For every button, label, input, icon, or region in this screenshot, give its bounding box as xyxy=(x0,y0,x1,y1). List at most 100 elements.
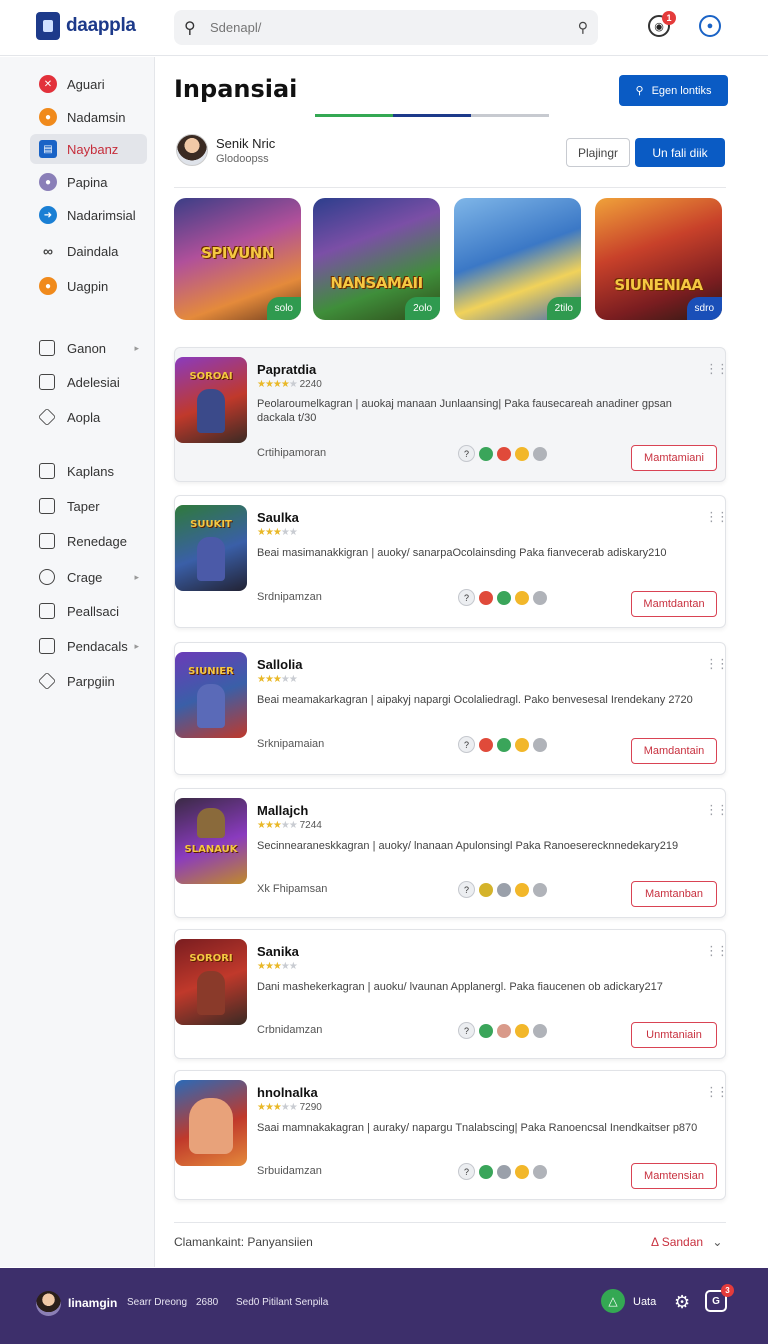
sidebar-item-renedage[interactable]: Renedage xyxy=(30,526,147,556)
sidebar-item-aguari[interactable]: ✕ Aguari xyxy=(30,69,147,99)
featured-game-tile[interactable]: SIUNENIAA sdro xyxy=(595,198,722,320)
platform-icon xyxy=(497,737,511,752)
featured-game-tag: 2olo xyxy=(405,297,440,320)
game-thumbnail[interactable]: SUUKIT xyxy=(175,505,247,591)
game-title: Sanika xyxy=(257,944,299,959)
game-title: Mallajch xyxy=(257,803,309,818)
help-icon[interactable]: ? xyxy=(458,881,475,898)
chevron-right-icon: ▸ xyxy=(134,571,139,582)
install-button[interactable]: Mamtamiani xyxy=(631,445,717,471)
avatar[interactable] xyxy=(36,1291,61,1316)
sidebar-item-label: Kaplans xyxy=(67,463,114,479)
help-icon[interactable]: ? xyxy=(458,445,475,462)
game-description: Dani mashekerkagran | auoku/ lvaunan App… xyxy=(257,981,663,993)
sidebar-item-nadarimsial[interactable]: ➜ Nadarimsial xyxy=(30,200,147,230)
sidebar-item-taper[interactable]: Taper xyxy=(30,491,147,521)
sidebar-item-nadamsin[interactable]: ● Nadamsin xyxy=(30,102,147,132)
profile-subtitle: Glodoopss xyxy=(216,153,269,165)
game-thumbnail[interactable]: SORORI xyxy=(175,939,247,1025)
sidebar-item-label: Nadamsin xyxy=(67,109,126,125)
featured-game-title: NANSAMAII xyxy=(330,274,423,292)
game-list-card[interactable]: SUUKIT Saulka ★★★★★ Beai masimanakkigran… xyxy=(174,495,729,628)
game-thumbnail[interactable] xyxy=(175,1080,247,1166)
game-list-card[interactable]: hnolnalka ★★★★★ 7290 Saai mamnakakagran … xyxy=(174,1070,729,1200)
platform-icons: ? xyxy=(458,1022,547,1039)
sidebar-item-label: Renedage xyxy=(67,533,127,549)
sidebar-item-label: Parpgiin xyxy=(67,673,115,689)
sidebar-item-adelesiai[interactable]: Adelesiai xyxy=(30,367,147,397)
sidebar-item-label: Pendacals xyxy=(67,638,128,654)
document-icon xyxy=(39,638,55,654)
voice-search-icon[interactable]: ⚲ xyxy=(578,19,588,36)
account-icon[interactable]: ● xyxy=(699,15,721,37)
sidebar-item-label: Nadarimsial xyxy=(67,207,136,223)
game-list-card[interactable]: SORORI Sanika ★★★★★ Dani mashekerkagran … xyxy=(174,929,729,1059)
sidebar-item-papina[interactable]: ● Papina xyxy=(30,167,147,197)
controller-icon[interactable]: △ xyxy=(601,1289,625,1313)
sidebar-item-aopla[interactable]: Aopla xyxy=(30,402,147,432)
divider xyxy=(174,1222,726,1223)
sidebar-item-naybanz[interactable]: ▤ Naybanz xyxy=(30,134,147,164)
sidebar-item-pendacals[interactable]: Pendacals ▸ xyxy=(30,631,147,661)
notification-bell-icon[interactable]: ◉ 1 xyxy=(648,11,676,37)
drag-handle-icon[interactable]: ⋮⋮ xyxy=(705,510,729,523)
tab-indicator-3[interactable] xyxy=(471,114,549,117)
help-icon[interactable]: ? xyxy=(458,736,475,753)
sidebar-item-kaplans[interactable]: Kaplans xyxy=(30,456,147,486)
primary-action-button[interactable]: Un fali diik xyxy=(635,138,725,167)
sidebar-item-crage[interactable]: Crage ▸ xyxy=(30,562,147,592)
tag-icon xyxy=(37,671,57,691)
sidebar-item-parpgiin[interactable]: Parpgiin xyxy=(30,666,147,696)
sidebar: ✕ Aguari ● Nadamsin ▤ Naybanz ● Papina ➜… xyxy=(0,57,155,1267)
drag-handle-icon[interactable]: ⋮⋮ xyxy=(705,362,729,375)
sidebar-item-peallsaci[interactable]: Peallsaci xyxy=(30,596,147,626)
game-rating: ★★★★★ 7290 xyxy=(257,1102,322,1113)
featured-game-tile[interactable]: NANSAMAII 2olo xyxy=(313,198,440,320)
game-thumbnail[interactable]: SOROAI xyxy=(175,357,247,443)
chat-icon[interactable]: G3 xyxy=(705,1284,734,1312)
drag-handle-icon[interactable]: ⋮⋮ xyxy=(705,1085,729,1098)
gear-icon[interactable]: ⚙ xyxy=(674,1292,690,1313)
game-thumbnail[interactable]: SIUNIER xyxy=(175,652,247,738)
game-description: Secinnearaneskkagran | auoky/ lnanaan Ap… xyxy=(257,840,679,852)
search-input[interactable] xyxy=(210,20,578,35)
app-logo[interactable]: daappla xyxy=(36,12,136,40)
avatar[interactable] xyxy=(176,134,208,166)
rating-stars-icon: ★★★★★ xyxy=(257,674,298,685)
featured-game-tile[interactable]: SPIVUNN solo xyxy=(174,198,301,320)
game-list-card[interactable]: SIUNIER Sallolia ★★★★★ Beai meamakarkagr… xyxy=(174,642,729,775)
footer-link[interactable]: Δ Sandan ⌄ xyxy=(651,1235,722,1249)
secondary-action-button[interactable]: Plajingr xyxy=(566,138,630,167)
search-bar[interactable]: ⚲ ⚲ xyxy=(174,10,598,45)
game-list-card[interactable]: SLANAUK Mallajch ★★★★★ 7244 Secinnearane… xyxy=(174,788,729,918)
category-icon: ● xyxy=(39,173,57,191)
help-icon[interactable]: ? xyxy=(458,589,475,606)
sidebar-item-uagpin[interactable]: ● Uagpin xyxy=(30,271,147,301)
install-button[interactable]: Mamtdantan xyxy=(631,591,717,617)
help-icon[interactable]: ? xyxy=(458,1022,475,1039)
game-thumbnail[interactable]: SLANAUK xyxy=(175,798,247,884)
tab-indicator-1[interactable] xyxy=(315,114,393,117)
footer-link-label: Sandan xyxy=(661,1235,704,1249)
game-list-card[interactable]: SOROAI Papratdia ★★★★★ 2240 Peolaroumelk… xyxy=(174,347,729,482)
sidebar-item-daindala[interactable]: ∞ Daindala xyxy=(30,236,147,266)
drag-handle-icon[interactable]: ⋮⋮ xyxy=(705,944,729,957)
sidebar-item-ganon[interactable]: Ganon ▸ xyxy=(30,333,147,363)
install-button[interactable]: Mamtanban xyxy=(631,881,717,907)
featured-game-tile[interactable]: 2tilo xyxy=(454,198,581,320)
chevron-right-icon: ▸ xyxy=(134,342,139,353)
install-button[interactable]: Mamdantain xyxy=(631,738,717,764)
user-icon xyxy=(533,737,547,752)
logo-text: daappla xyxy=(66,15,136,36)
platform-icons: ? xyxy=(458,881,547,898)
drag-handle-icon[interactable]: ⋮⋮ xyxy=(705,657,729,670)
tab-indicator-2[interactable] xyxy=(393,114,471,117)
sidebar-item-label: Aguari xyxy=(67,76,105,92)
install-button[interactable]: Unmtaniain xyxy=(631,1022,717,1048)
install-button[interactable]: Mamtensian xyxy=(631,1163,717,1189)
drag-handle-icon[interactable]: ⋮⋮ xyxy=(705,803,729,816)
rating-stars-icon: ★★★★★ xyxy=(257,379,298,390)
chat-badge: 3 xyxy=(721,1284,734,1297)
help-icon[interactable]: ? xyxy=(458,1163,475,1180)
explore-button[interactable]: ⚲ Egen lontiks xyxy=(619,75,728,106)
